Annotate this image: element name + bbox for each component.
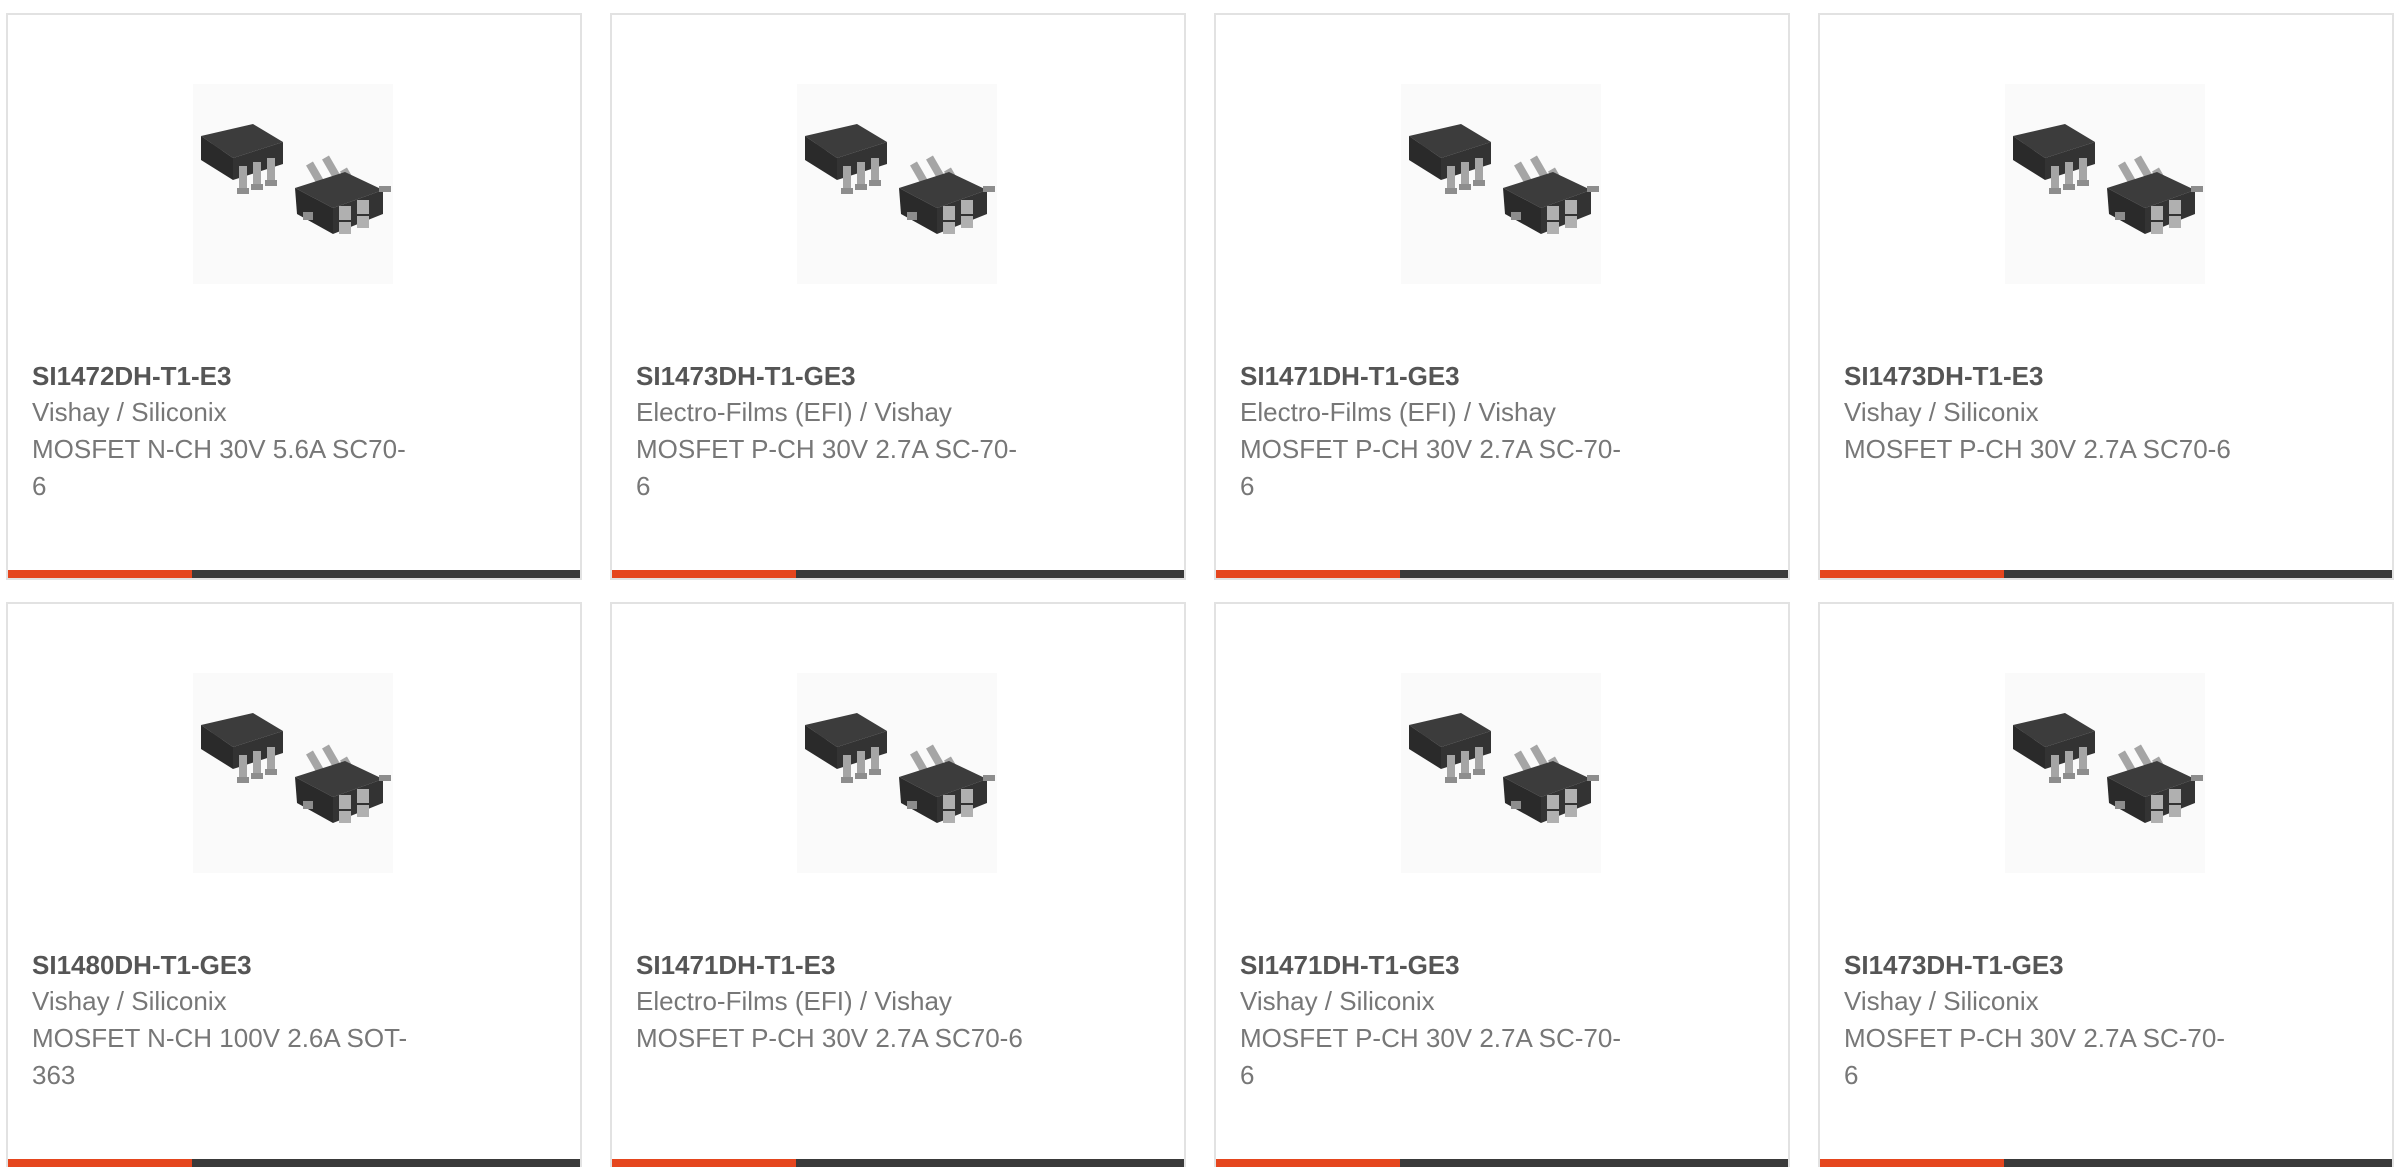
- product-description-cont: 6: [32, 471, 47, 501]
- card-bottom-bar: [612, 570, 1184, 578]
- card-accent-bar: [8, 1159, 192, 1167]
- manufacturer-name: Electro-Films (EFI) / Vishay: [1240, 397, 1556, 427]
- sc70-6-package-icon[interactable]: [797, 84, 997, 284]
- sc70-6-package-icon[interactable]: [1401, 673, 1601, 873]
- product-description-cont: 6: [1240, 471, 1255, 501]
- product-description: MOSFET P-CH 30V 2.7A SC-70-: [1240, 434, 1621, 464]
- product-description: MOSFET P-CH 30V 2.7A SC-70-: [636, 434, 1017, 464]
- part-number-link[interactable]: SI1473DH-T1-GE3: [636, 358, 1056, 394]
- card-bottom-bar: [612, 1159, 1184, 1167]
- sc70-6-package-icon[interactable]: [193, 673, 393, 873]
- card-accent-bar: [1820, 570, 2004, 578]
- product-description: MOSFET P-CH 30V 2.7A SC-70-: [1844, 1023, 2225, 1053]
- manufacturer-name: Electro-Films (EFI) / Vishay: [636, 397, 952, 427]
- product-description-cont: 6: [1844, 1060, 1859, 1090]
- product-description-cont: 363: [32, 1060, 76, 1090]
- card-bottom-bar: [8, 570, 580, 578]
- card-accent-bar: [612, 570, 796, 578]
- sc70-6-package-icon[interactable]: [1401, 84, 1601, 284]
- card-accent-bar: [1216, 570, 1400, 578]
- part-number-link[interactable]: SI1471DH-T1-E3: [636, 947, 1056, 983]
- manufacturer-name: Electro-Films (EFI) / Vishay: [636, 986, 952, 1016]
- manufacturer-name: Vishay / Siliconix: [1844, 397, 2039, 427]
- product-card[interactable]: SI1473DH-T1-GE3 Vishay / Siliconix MOSFE…: [1818, 602, 2394, 1167]
- card-bottom-bar: [1216, 1159, 1788, 1167]
- sc70-6-package-icon[interactable]: [2005, 84, 2205, 284]
- part-number-link[interactable]: SI1472DH-T1-E3: [32, 358, 452, 394]
- product-description-cont: 6: [1240, 1060, 1255, 1090]
- product-description-cont: 6: [636, 471, 651, 501]
- part-number-link[interactable]: SI1471DH-T1-GE3: [1240, 947, 1660, 983]
- card-accent-bar: [1216, 1159, 1400, 1167]
- part-number-link[interactable]: SI1471DH-T1-GE3: [1240, 358, 1660, 394]
- product-card[interactable]: SI1473DH-T1-GE3 Electro-Films (EFI) / Vi…: [610, 13, 1186, 580]
- manufacturer-name: Vishay / Siliconix: [32, 397, 227, 427]
- product-description: MOSFET P-CH 30V 2.7A SC70-6: [636, 1023, 1023, 1053]
- product-card[interactable]: SI1471DH-T1-GE3 Vishay / Siliconix MOSFE…: [1214, 602, 1790, 1167]
- card-accent-bar: [612, 1159, 796, 1167]
- part-number-link[interactable]: SI1480DH-T1-GE3: [32, 947, 452, 983]
- card-bottom-bar: [1820, 570, 2392, 578]
- manufacturer-name: Vishay / Siliconix: [1844, 986, 2039, 1016]
- part-number-link[interactable]: SI1473DH-T1-E3: [1844, 358, 2264, 394]
- product-description: MOSFET P-CH 30V 2.7A SC70-6: [1844, 434, 2231, 464]
- product-description: MOSFET P-CH 30V 2.7A SC-70-: [1240, 1023, 1621, 1053]
- product-grid: SI1472DH-T1-E3 Vishay / Siliconix MOSFET…: [0, 0, 2400, 1167]
- product-card[interactable]: SI1471DH-T1-GE3 Electro-Films (EFI) / Vi…: [1214, 13, 1790, 580]
- card-bottom-bar: [8, 1159, 580, 1167]
- part-number-link[interactable]: SI1473DH-T1-GE3: [1844, 947, 2264, 983]
- product-card[interactable]: SI1472DH-T1-E3 Vishay / Siliconix MOSFET…: [6, 13, 582, 580]
- manufacturer-name: Vishay / Siliconix: [32, 986, 227, 1016]
- card-accent-bar: [1820, 1159, 2004, 1167]
- product-description: MOSFET N-CH 30V 5.6A SC70-: [32, 434, 406, 464]
- sc70-6-package-icon[interactable]: [2005, 673, 2205, 873]
- card-accent-bar: [8, 570, 192, 578]
- sc70-6-package-icon[interactable]: [193, 84, 393, 284]
- manufacturer-name: Vishay / Siliconix: [1240, 986, 1435, 1016]
- product-card[interactable]: SI1471DH-T1-E3 Electro-Films (EFI) / Vis…: [610, 602, 1186, 1167]
- card-bottom-bar: [1820, 1159, 2392, 1167]
- card-bottom-bar: [1216, 570, 1788, 578]
- sc70-6-package-icon[interactable]: [797, 673, 997, 873]
- product-description: MOSFET N-CH 100V 2.6A SOT-: [32, 1023, 408, 1053]
- product-card[interactable]: SI1480DH-T1-GE3 Vishay / Siliconix MOSFE…: [6, 602, 582, 1167]
- product-card[interactable]: SI1473DH-T1-E3 Vishay / Siliconix MOSFET…: [1818, 13, 2394, 580]
